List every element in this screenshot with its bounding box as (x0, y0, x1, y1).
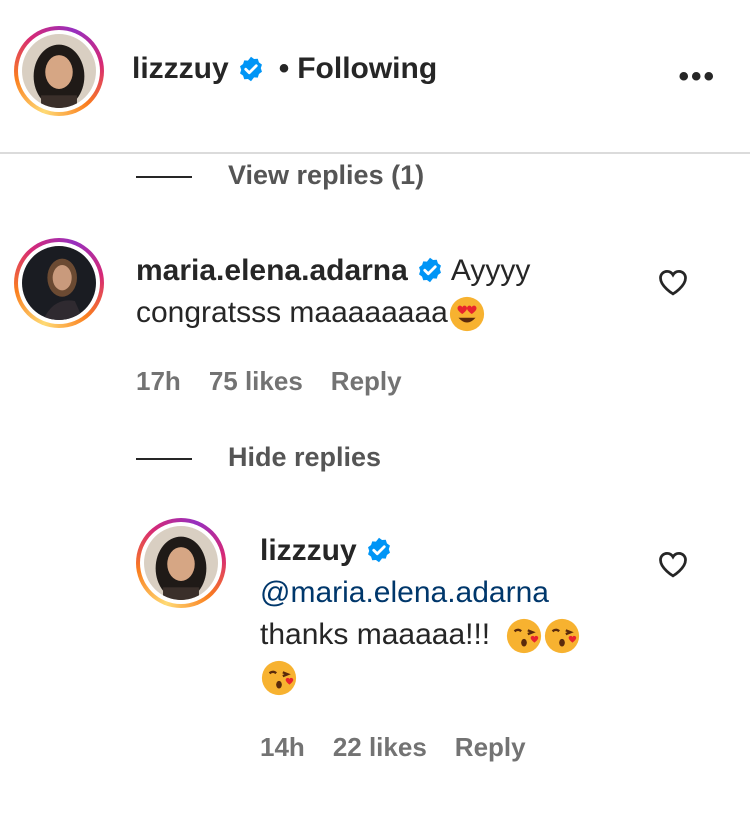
avatar-image (22, 34, 96, 108)
view-replies-line (136, 176, 192, 178)
avatar-image (22, 246, 96, 320)
reply-button[interactable]: Reply (331, 366, 402, 397)
post-header: lizzzuy • Following ••• (0, 0, 750, 154)
reply-text: thanks maaaaa!!! (260, 618, 491, 651)
reply-likes[interactable]: 22 likes (333, 732, 427, 763)
header-separator: • (278, 52, 290, 85)
reply-time: 14h (260, 732, 305, 762)
heart-eyes-emoji-icon (449, 296, 484, 332)
comment-text-line1: Ayyyy (450, 254, 531, 287)
comment-avatar[interactable] (14, 238, 104, 328)
kissing-face-emoji-icon (544, 618, 579, 654)
kissing-face-emoji-icon (261, 660, 297, 696)
comment-meta: 17h 75 likes Reply (136, 366, 402, 397)
verified-badge-icon (239, 56, 262, 82)
header-username[interactable]: lizzzuy (132, 52, 229, 86)
avatar-image (144, 526, 218, 600)
hide-replies-line (136, 458, 192, 460)
kissing-face-emoji-icon (506, 618, 541, 654)
comment-likes[interactable]: 75 likes (209, 366, 303, 397)
reply-meta: 14h 22 likes Reply (260, 732, 526, 763)
comment-body: maria.elena.adarna Ayyyy congratsss maaa… (136, 250, 606, 334)
verified-badge-icon (368, 537, 390, 563)
more-options-icon[interactable]: ••• (678, 60, 716, 94)
header-user: lizzzuy • Following (132, 52, 437, 86)
like-heart-icon[interactable] (658, 268, 688, 296)
header-avatar[interactable] (14, 26, 104, 116)
comment-username[interactable]: maria.elena.adarna (136, 254, 408, 287)
comment-time: 17h (136, 366, 181, 396)
like-heart-icon[interactable] (658, 550, 688, 578)
reply-username[interactable]: lizzzuy (260, 534, 357, 567)
reply-mention-link[interactable]: @maria.elena.adarna (260, 576, 549, 609)
verified-badge-icon (419, 257, 442, 283)
hide-replies-button[interactable]: Hide replies (228, 442, 381, 473)
comment-text-line2: congratsss maaaaaaaa (136, 296, 448, 329)
view-replies-button[interactable]: View replies (1) (228, 160, 424, 191)
reply-body: lizzzuy @maria.elena.adarna thanks maaaa… (260, 530, 620, 698)
reply-avatar[interactable] (136, 518, 226, 608)
reply-button[interactable]: Reply (455, 732, 526, 763)
follow-status-button[interactable]: Following (297, 52, 437, 86)
